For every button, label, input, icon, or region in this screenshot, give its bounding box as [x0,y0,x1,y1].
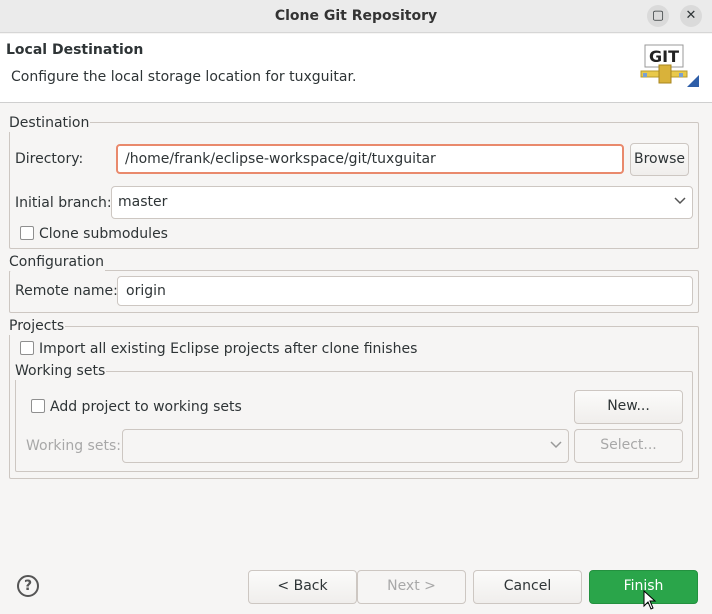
directory-input[interactable]: /home/frank/eclipse-workspace/git/tuxgui… [116,144,624,174]
destination-legend: Destination [8,114,91,132]
remote-name-label: Remote name: [15,283,118,299]
add-to-working-sets-label: Add project to working sets [50,399,242,415]
working-sets-select[interactable] [122,429,569,463]
next-button[interactable]: Next > [357,570,466,604]
page-title: Local Destination [6,42,144,58]
clone-submodules-checkbox[interactable] [20,226,34,240]
cancel-button[interactable]: Cancel [473,570,582,604]
mouse-cursor-icon [643,589,657,610]
window-title: Clone Git Repository [274,8,438,24]
initial-branch-label: Initial branch: [15,195,112,211]
directory-label: Directory: [15,151,84,167]
clone-submodules-label: Clone submodules [39,226,168,242]
select-working-sets-button[interactable]: Select... [574,429,683,463]
git-logo-text: GIT [649,47,679,66]
back-button[interactable]: < Back [248,570,357,604]
configuration-legend: Configuration [8,253,105,271]
new-working-set-button[interactable]: New... [574,390,683,424]
projects-legend: Projects [8,317,66,335]
initial-branch-select[interactable]: master [111,186,693,219]
import-projects-label: Import all existing Eclipse projects aft… [39,341,418,357]
page-description: Configure the local storage location for… [11,69,357,85]
working-sets-legend: Working sets [14,362,107,380]
working-sets-label: Working sets: [26,438,121,454]
add-to-working-sets-checkbox[interactable] [31,399,45,413]
chevron-down-icon [550,439,562,453]
help-icon[interactable]: ? [17,575,39,597]
remote-name-input[interactable]: origin [117,276,693,306]
close-button[interactable]: ✕ [680,5,702,27]
import-projects-checkbox[interactable] [20,341,34,355]
chevron-down-icon [674,195,686,209]
browse-button[interactable]: Browse [630,143,689,176]
initial-branch-value: master [118,194,168,210]
maximize-button[interactable]: ▢ [647,5,669,27]
git-logo-icon: GIT [639,43,699,91]
